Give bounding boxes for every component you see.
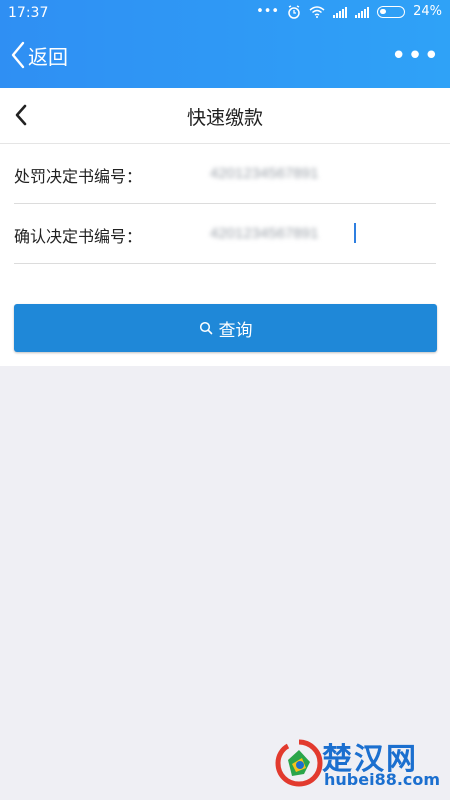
wifi-icon [309,5,325,18]
watermark: 楚汉网 hubei88.com [274,734,444,794]
payment-form: 处罚决定书编号： 确认决定书编号： 查询 [0,144,450,366]
app-bar: 返回 ••• [0,28,450,88]
page-header: 快速缴款 [0,88,450,144]
status-bar: 17:37 ••• 24% [0,0,450,28]
form-row-decision-number: 处罚决定书编号： [14,144,436,204]
status-icons: ••• 24% [256,4,442,19]
back-button[interactable]: 返回 [10,40,68,70]
query-button[interactable]: 查询 [14,304,437,352]
search-icon [199,321,212,335]
text-caret [354,223,356,243]
more-dots-icon: ••• [256,4,280,19]
chevron-left-icon [11,41,25,69]
page-title: 快速缴款 [186,107,263,129]
confirm-number-label: 确认决定书编号： [14,227,143,246]
alarm-icon [288,4,300,19]
watermark-url: hubei88.com [324,770,441,789]
decision-number-label: 处罚决定书编号： [14,167,143,186]
back-label: 返回 [28,44,68,69]
more-button[interactable]: ••• [391,43,440,69]
query-label: 查询 [218,320,253,341]
battery-icon [377,5,406,18]
signal-icon [333,6,348,18]
status-time: 17:37 [8,5,49,21]
decision-number-input[interactable] [210,162,360,184]
confirm-number-input[interactable] [210,222,360,244]
battery-level: 24% [413,4,442,19]
form-row-confirm-number: 确认决定书编号： [14,204,436,264]
signal-icon-2 [355,6,370,18]
hubei-logo-icon [275,739,323,787]
